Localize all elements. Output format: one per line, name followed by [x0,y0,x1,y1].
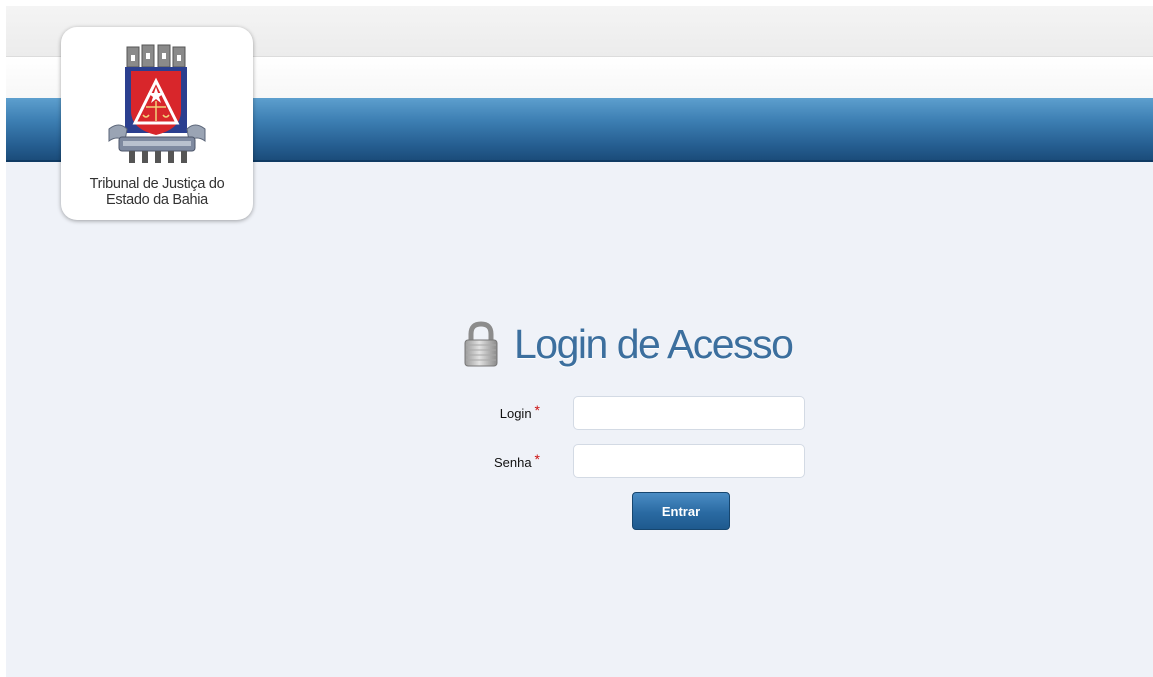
login-title-text: Login de Acesso [514,320,794,367]
login-label: Login * [460,402,540,421]
logo-text-line1: Tribunal de Justiça do [89,176,225,192]
login-title: Login de Acesso [462,316,794,372]
logo-card[interactable]: Tribunal de Justiça do Estado da Bahia [61,27,253,220]
logo-text: Tribunal de Justiça do Estado da Bahia [61,176,253,208]
padlock-icon [464,321,498,367]
login-input[interactable] [573,396,805,430]
logo-text-line2: Estado da Bahia [106,192,208,208]
senha-label: Senha * [460,451,540,470]
required-mark: * [534,402,540,418]
coat-of-arms-icon [108,44,206,163]
required-mark: * [534,451,540,467]
senha-label-text: Senha [493,455,532,470]
senha-input[interactable] [573,444,805,478]
entrar-button[interactable]: Entrar [632,492,730,530]
page-viewport: Tribunal de Justiça do Estado da Bahia L… [6,6,1153,677]
login-label-text: Login [499,406,532,421]
